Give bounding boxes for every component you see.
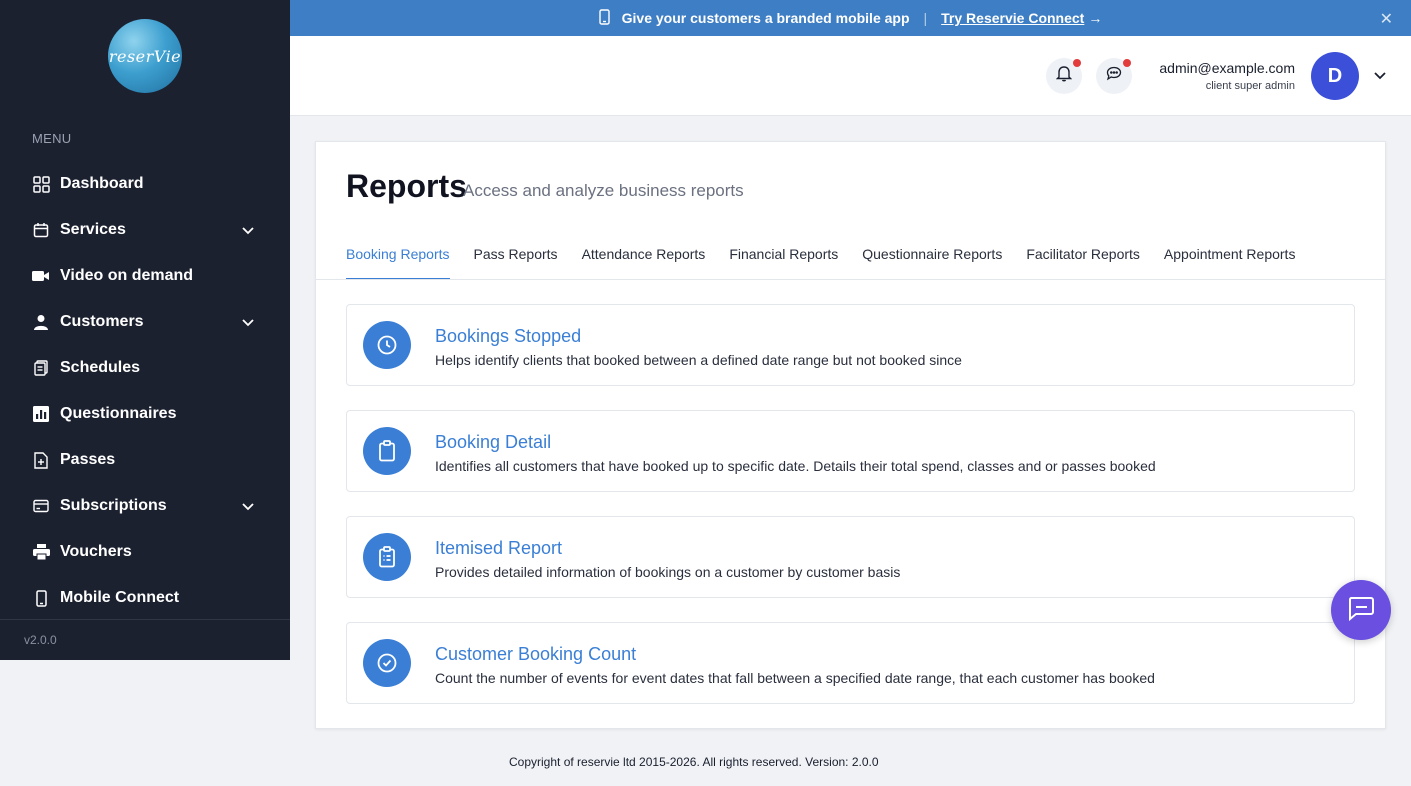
user-email: admin@example.com	[1159, 60, 1295, 76]
user-role: client super admin	[1205, 80, 1295, 92]
sidebar-item-label: Questionnaires	[60, 405, 177, 422]
try-reservie-connect-link[interactable]: Try Reservie Connect	[941, 10, 1084, 26]
report-title[interactable]: Itemised Report	[435, 538, 562, 559]
video-camera-icon	[32, 267, 50, 285]
report-item-booking-detail[interactable]: Booking Detail Identifies all customers …	[346, 410, 1355, 492]
report-item-itemised-report[interactable]: Itemised Report Provides detailed inform…	[346, 516, 1355, 598]
sidebar-item-label: Services	[60, 221, 126, 238]
sidebar: reserVie MENU Dashboard Services Video o…	[0, 0, 290, 660]
report-description: Count the number of events for event dat…	[435, 670, 1155, 686]
printer-icon	[32, 543, 50, 561]
chevron-down-icon[interactable]	[240, 498, 256, 514]
mobile-phone-icon	[598, 8, 610, 28]
sidebar-item-dashboard[interactable]: Dashboard	[0, 164, 290, 204]
banner-message: Give your customers a branded mobile app	[621, 10, 910, 26]
chat-icon	[1347, 595, 1375, 626]
report-title[interactable]: Booking Detail	[435, 432, 551, 453]
credit-card-icon	[32, 497, 50, 515]
sidebar-item-mobile-connect[interactable]: Mobile Connect	[0, 578, 290, 618]
live-chat-button[interactable]	[1331, 580, 1391, 640]
sidebar-item-label: Video on demand	[60, 267, 194, 284]
banner-separator: |	[923, 10, 928, 26]
chevron-down-icon[interactable]	[240, 314, 256, 330]
pass-document-icon	[32, 451, 50, 469]
tab-booking-reports[interactable]: Booking Reports	[346, 238, 450, 280]
sidebar-item-label: Subscriptions	[60, 497, 167, 514]
chevron-down-icon[interactable]	[1372, 67, 1388, 88]
dashboard-grid-icon	[32, 175, 50, 193]
page-title: Reports	[346, 168, 467, 204]
user-icon	[32, 313, 50, 331]
messages-button[interactable]	[1096, 58, 1132, 94]
report-description: Provides detailed information of booking…	[435, 564, 901, 580]
sidebar-item-schedules[interactable]: Schedules	[0, 348, 290, 388]
sidebar-item-label: Schedules	[60, 359, 141, 376]
report-tabs: Booking Reports Pass Reports Attendance …	[346, 238, 1319, 280]
app-version: v2.0.0	[24, 633, 57, 647]
schedule-stack-icon	[32, 359, 50, 377]
calendar-icon	[32, 221, 50, 239]
footer-copyright: Copyright of reservie ltd 2015-2026. All…	[509, 755, 879, 769]
bell-icon	[1055, 65, 1073, 87]
sidebar-divider	[0, 619, 290, 620]
mobile-phone-icon	[32, 589, 50, 607]
clock-icon	[363, 321, 411, 369]
sidebar-item-label: Mobile Connect	[60, 589, 180, 606]
menu-label: MENU	[32, 131, 72, 146]
clipboard-list-icon	[363, 533, 411, 581]
sidebar-item-services[interactable]: Services	[0, 210, 290, 250]
chevron-down-icon[interactable]	[240, 222, 256, 238]
reports-card: Reports Access and analyze business repo…	[315, 141, 1386, 729]
clipboard-icon	[363, 427, 411, 475]
page-subtitle: Access and analyze business reports	[463, 181, 744, 200]
logo-text: reserVie	[108, 46, 182, 66]
top-header: admin@example.com client super admin D	[290, 36, 1411, 116]
tab-pass-reports[interactable]: Pass Reports	[474, 238, 558, 280]
report-description: Identifies all customers that have booke…	[435, 458, 1156, 474]
promo-banner: Give your customers a branded mobile app…	[290, 0, 1411, 36]
tab-questionnaire-reports[interactable]: Questionnaire Reports	[862, 238, 1002, 280]
sidebar-item-label: Passes	[60, 451, 116, 468]
message-badge-dot	[1123, 59, 1131, 67]
notifications-button[interactable]	[1046, 58, 1082, 94]
sidebar-item-subscriptions[interactable]: Subscriptions	[0, 486, 290, 526]
tabs-divider	[316, 279, 1385, 280]
notification-badge-dot	[1073, 59, 1081, 67]
report-title[interactable]: Customer Booking Count	[435, 644, 636, 665]
chat-bubble-icon	[1106, 66, 1122, 86]
sidebar-item-label: Dashboard	[60, 175, 144, 192]
reservie-logo[interactable]: reserVie	[108, 19, 182, 93]
tab-facilitator-reports[interactable]: Facilitator Reports	[1026, 238, 1140, 280]
bar-chart-icon	[32, 405, 50, 423]
sidebar-item-label: Customers	[60, 313, 144, 330]
report-title[interactable]: Bookings Stopped	[435, 326, 581, 347]
sidebar-item-questionnaires[interactable]: Questionnaires	[0, 394, 290, 434]
sidebar-item-label: Vouchers	[60, 543, 132, 560]
tab-appointment-reports[interactable]: Appointment Reports	[1164, 238, 1296, 280]
sidebar-item-video-on-demand[interactable]: Video on demand	[0, 256, 290, 296]
sidebar-item-passes[interactable]: Passes	[0, 440, 290, 480]
avatar[interactable]: D	[1311, 52, 1359, 100]
report-item-customer-booking-count[interactable]: Customer Booking Count Count the number …	[346, 622, 1355, 704]
close-icon[interactable]: ✕	[1380, 9, 1393, 29]
tab-financial-reports[interactable]: Financial Reports	[729, 238, 838, 280]
arrow-right-icon: →	[1088, 10, 1103, 26]
sidebar-item-customers[interactable]: Customers	[0, 302, 290, 342]
check-circle-icon	[363, 639, 411, 687]
sidebar-item-vouchers[interactable]: Vouchers	[0, 532, 290, 572]
report-item-bookings-stopped[interactable]: Bookings Stopped Helps identify clients …	[346, 304, 1355, 386]
report-description: Helps identify clients that booked betwe…	[435, 352, 962, 368]
tab-attendance-reports[interactable]: Attendance Reports	[582, 238, 706, 280]
